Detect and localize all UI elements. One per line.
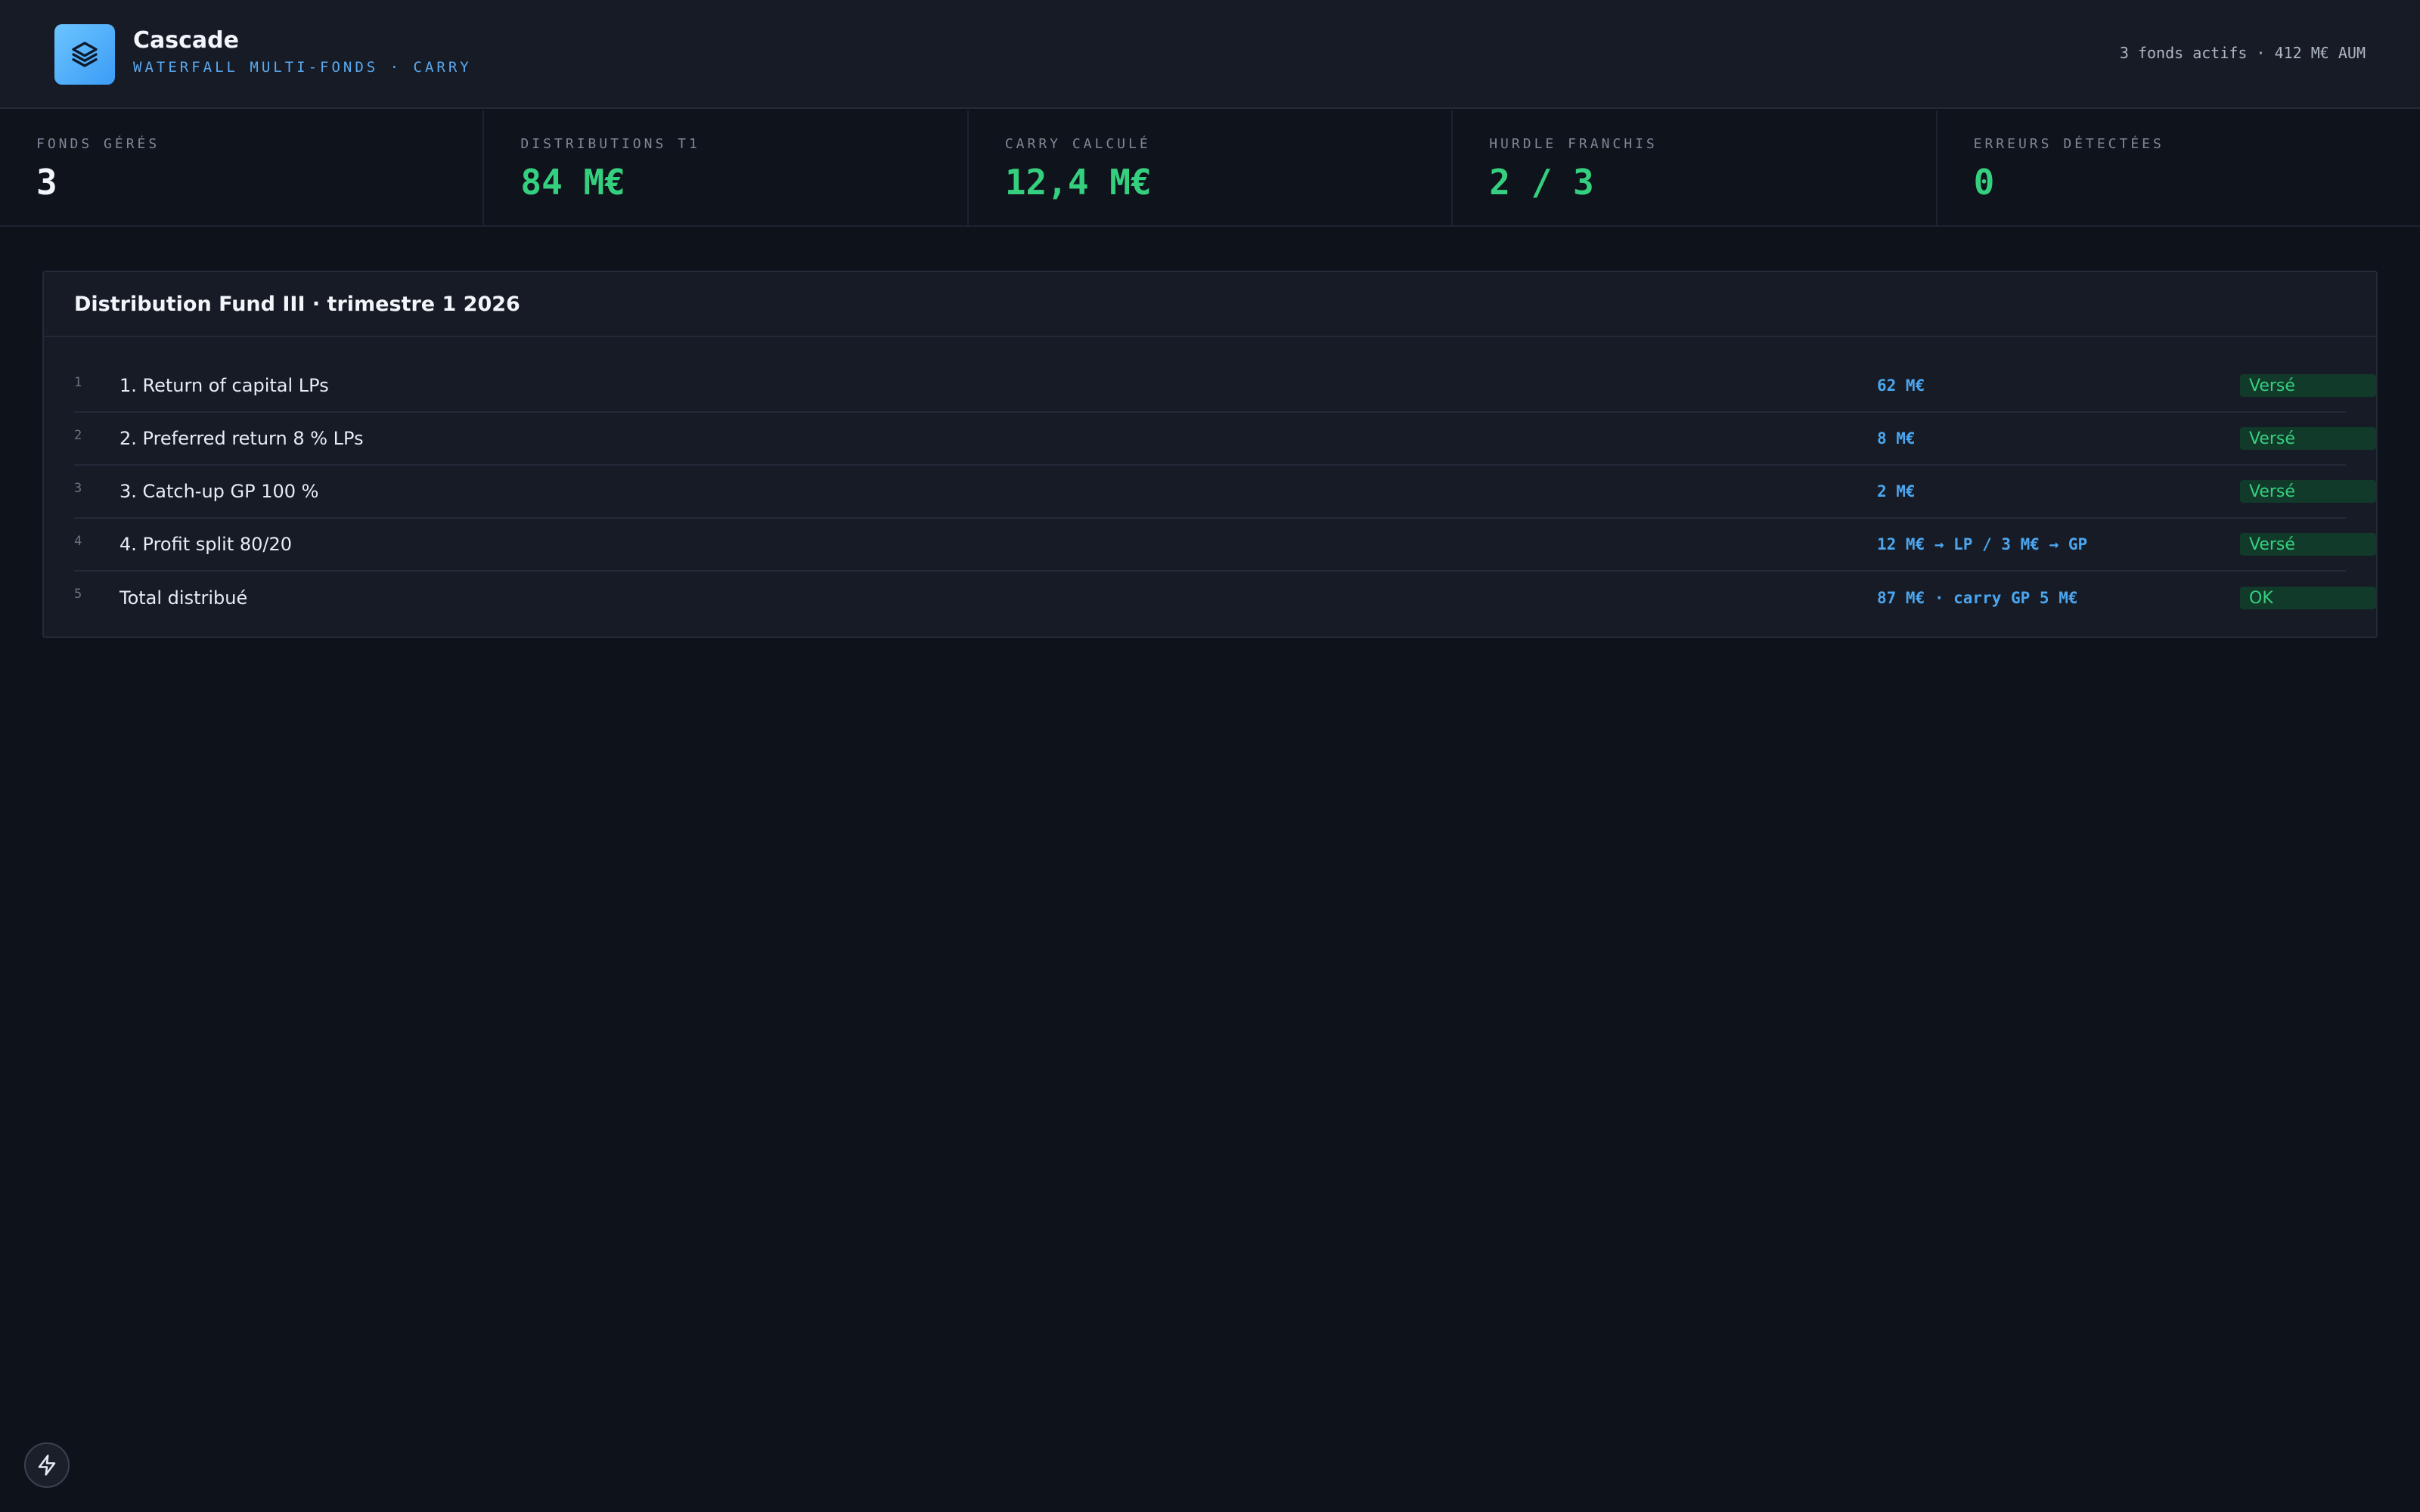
stat-value: 2 / 3 <box>1489 162 1594 203</box>
stat-label: FONDS GÉRÉS <box>36 136 160 152</box>
status-badge: Versé <box>2240 533 2376 556</box>
lightning-icon <box>38 1455 56 1476</box>
waterfall-row[interactable]: 5 Total distribué 87 M€ · carry GP 5 M€ … <box>74 572 2376 624</box>
distribution-panel: Distribution Fund III · trimestre 1 2026… <box>42 271 2378 638</box>
waterfall-list: 1 1. Return of capital LPs 62 M€ Versé 2… <box>44 337 2376 624</box>
row-label: 4. Profit split 80/20 <box>119 534 293 555</box>
app-subtitle: WATERFALL MULTI-FONDS · CARRY <box>133 59 472 76</box>
quick-action-button[interactable] <box>24 1442 70 1488</box>
stat-errors: ERREURS DÉTECTÉES 0 <box>1938 110 2420 225</box>
row-index: 1 <box>74 375 82 390</box>
stat-value: 12,4 M€ <box>1004 162 1152 203</box>
row-amount: 8 M€ <box>1877 429 1916 448</box>
stat-funds: FONDS GÉRÉS 3 <box>0 110 485 225</box>
stat-value: 84 M€ <box>520 162 625 203</box>
stats-bar: FONDS GÉRÉS 3 DISTRIBUTIONS T1 84 M€ CAR… <box>0 110 2420 227</box>
row-label: 2. Preferred return 8 % LPs <box>119 428 364 449</box>
row-amount: 62 M€ <box>1877 376 1925 395</box>
app-logo <box>54 24 115 85</box>
row-label: 3. Catch-up GP 100 % <box>119 481 319 502</box>
row-index: 2 <box>74 428 82 443</box>
waterfall-row[interactable]: 4 4. Profit split 80/20 12 M€ → LP / 3 M… <box>74 519 2376 572</box>
waterfall-row[interactable]: 3 3. Catch-up GP 100 % 2 M€ Versé <box>74 466 2376 519</box>
layers-icon <box>72 42 98 67</box>
stat-value: 3 <box>36 162 57 203</box>
status-badge: OK <box>2240 587 2376 609</box>
stat-distributions: DISTRIBUTIONS T1 84 M€ <box>484 110 969 225</box>
stat-label: ERREURS DÉTECTÉES <box>1973 136 2164 152</box>
stat-label: CARRY CALCULÉ <box>1004 136 1151 152</box>
status-badge: Versé <box>2240 480 2376 503</box>
stat-label: DISTRIBUTIONS T1 <box>520 136 700 152</box>
stat-label: HURDLE FRANCHIS <box>1489 136 1658 152</box>
row-label: Total distribué <box>119 587 248 609</box>
row-index: 5 <box>74 587 82 602</box>
row-amount: 2 M€ <box>1877 482 1916 500</box>
row-index: 3 <box>74 481 82 496</box>
row-amount: 87 M€ · carry GP 5 M€ <box>1877 589 2078 607</box>
stat-value: 0 <box>1973 162 1995 203</box>
waterfall-row[interactable]: 2 2. Preferred return 8 % LPs 8 M€ Versé <box>74 413 2376 466</box>
row-amount: 12 M€ → LP / 3 M€ → GP <box>1877 535 2088 553</box>
panel-title: Distribution Fund III · trimestre 1 2026 <box>44 272 2376 337</box>
app-title: Cascade <box>133 27 239 54</box>
row-label: 1. Return of capital LPs <box>119 375 329 396</box>
stat-hurdle: HURDLE FRANCHIS 2 / 3 <box>1453 110 1938 225</box>
waterfall-row[interactable]: 1 1. Return of capital LPs 62 M€ Versé <box>74 360 2376 413</box>
app-header: Cascade WATERFALL MULTI-FONDS · CARRY 3 … <box>0 0 2420 109</box>
row-index: 4 <box>74 534 82 549</box>
status-badge: Versé <box>2240 374 2376 397</box>
stat-carry: CARRY CALCULÉ 12,4 M€ <box>969 110 1454 225</box>
header-meta: 3 fonds actifs · 412 M€ AUM <box>2119 44 2366 62</box>
status-badge: Versé <box>2240 427 2376 450</box>
